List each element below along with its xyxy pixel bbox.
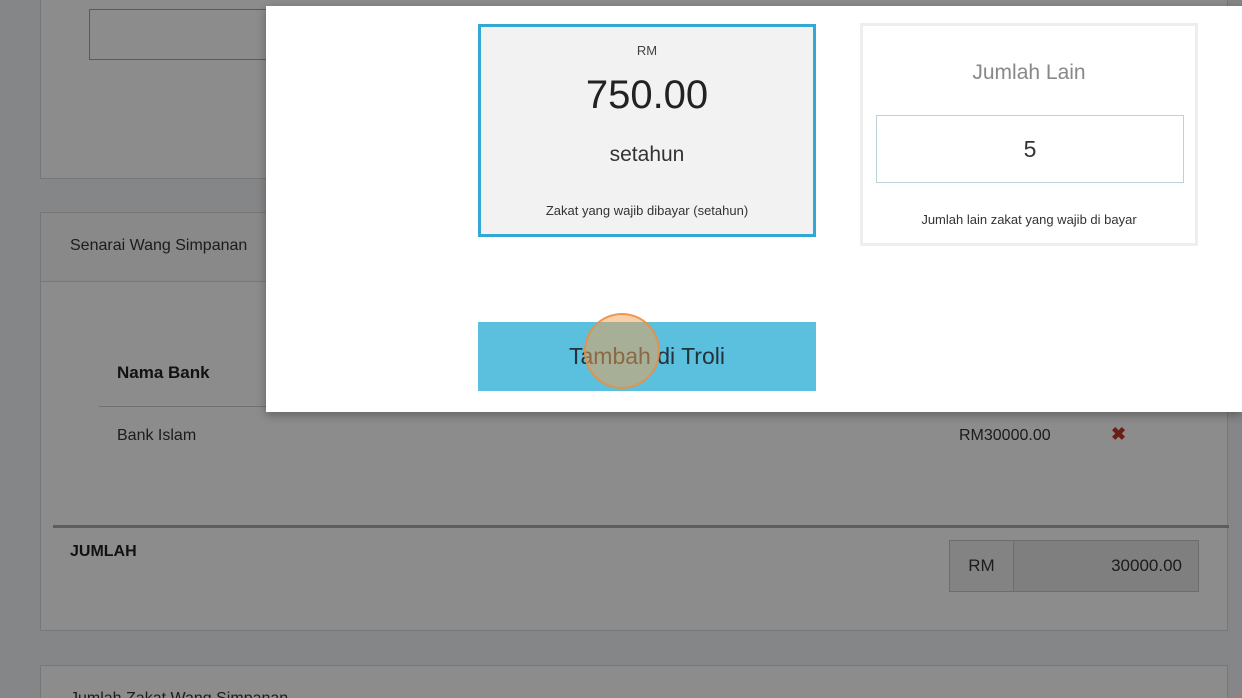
other-amount-input[interactable] [876,115,1184,183]
other-amount-title: Jumlah Lain [972,61,1086,84]
other-amount-card[interactable]: Jumlah Lain Jumlah lain zakat yang wajib… [860,23,1198,246]
other-amount-description: Jumlah lain zakat yang wajib di bayar [921,212,1137,227]
amount-currency: RM [636,43,658,58]
zakat-modal: RM 750.00 setahun Zakat yang wajib dibay… [266,6,1242,412]
zakat-amount-description: Zakat yang wajib dibayar (setahun) [545,203,749,218]
amount-period: setahun [609,143,685,166]
zakat-amount: 750.00 [585,73,709,117]
zakat-amount-card[interactable]: RM 750.00 setahun Zakat yang wajib dibay… [478,24,816,237]
add-to-cart-button[interactable]: Tambah di Troli [478,322,816,391]
